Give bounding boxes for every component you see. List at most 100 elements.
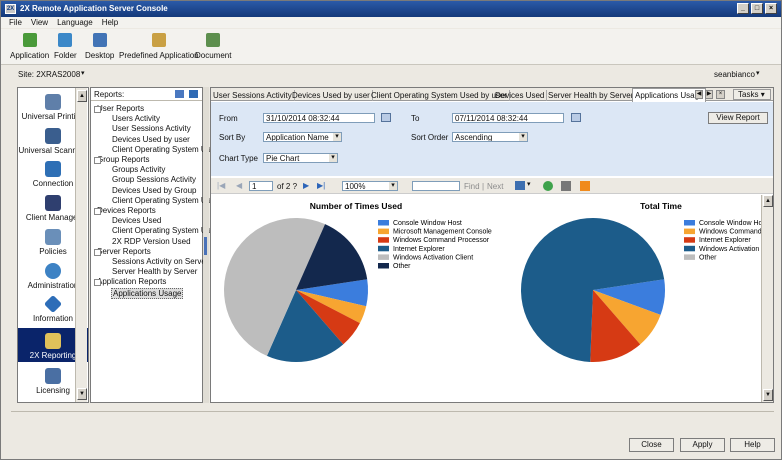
add-desktop-button[interactable]: Desktop: [85, 33, 114, 60]
tab-client-os-used-by-user[interactable]: Client Operating System Used by user: [369, 90, 511, 101]
chevron-down-icon[interactable]: ▾: [81, 69, 85, 77]
menu-help[interactable]: Help: [102, 17, 118, 28]
nav-label: Connection: [32, 179, 74, 188]
to-calendar-icon[interactable]: [571, 113, 581, 122]
panel-splitter[interactable]: [203, 87, 209, 403]
sort-by-select[interactable]: Application Name: [263, 132, 342, 142]
tree-group[interactable]: User Reports: [93, 104, 144, 113]
to-label: To: [411, 114, 420, 123]
add-folder-button[interactable]: Folder: [54, 33, 77, 60]
find-button[interactable]: Find: [464, 182, 480, 191]
nav-scrollbar[interactable]: ▲ ▼: [75, 88, 87, 402]
user-chevron-down-icon[interactable]: ▾: [756, 69, 760, 77]
tree-group[interactable]: Application Reports: [93, 277, 166, 287]
minimize-button[interactable]: _: [737, 3, 749, 14]
menu-file[interactable]: File: [9, 17, 22, 28]
tree-item[interactable]: Devices Used: [112, 216, 161, 225]
tab-devices-used[interactable]: Devices Used: [493, 90, 548, 101]
report-scroll-down-icon[interactable]: ▼: [763, 389, 773, 401]
apply-button[interactable]: Apply: [680, 438, 725, 452]
legend-label: Internet Explorer: [393, 246, 445, 253]
tab-scroll-left-icon[interactable]: ◀: [695, 90, 703, 99]
previous-page-icon[interactable]: ◀: [236, 181, 242, 190]
licensing-icon: [45, 368, 61, 384]
menu-language[interactable]: Language: [57, 17, 93, 28]
nav-label: Information: [32, 314, 74, 323]
add-application-button[interactable]: Application: [10, 33, 49, 60]
splitter-grip-icon[interactable]: [204, 237, 207, 255]
tree-group[interactable]: Devices Reports: [94, 206, 156, 215]
report-parameters: From 31/10/2014 08:32:44 To 07/11/2014 0…: [211, 102, 773, 176]
export-chevron-icon[interactable]: ▾: [527, 180, 531, 188]
tree-item[interactable]: Applications Usage: [111, 287, 184, 299]
tab-devices-used-by-user[interactable]: Devices Used by user: [290, 90, 373, 101]
export-icon[interactable]: [515, 181, 525, 190]
legend-swatch: [378, 263, 389, 269]
tree-item[interactable]: Group Sessions Activity: [112, 175, 196, 184]
report-scroll-up-icon[interactable]: ▲: [763, 195, 773, 207]
close-button[interactable]: Close: [629, 438, 674, 452]
reports-tree-panel: Reports: User Reports Users Activity User …: [90, 87, 220, 403]
view-report-button[interactable]: View Report: [708, 112, 768, 124]
from-calendar-icon[interactable]: [381, 113, 391, 122]
reporting-icon: [45, 333, 61, 349]
report-scrollbar[interactable]: ▲ ▼: [761, 195, 773, 402]
sort-order-select[interactable]: Ascending: [452, 132, 528, 142]
to-date-input[interactable]: 07/11/2014 08:32:44: [452, 113, 564, 123]
tasks-label: Tasks: [738, 90, 759, 99]
tab-scroll-right-icon[interactable]: ▶: [705, 90, 713, 99]
tree-item[interactable]: Users Activity: [112, 114, 160, 123]
user-menu[interactable]: seanbianco: [714, 70, 755, 79]
tree-item[interactable]: Groups Activity: [112, 165, 165, 174]
window-title: 2X Remote Application Server Console: [20, 4, 168, 13]
tree-item[interactable]: Devices Used by user: [112, 135, 190, 144]
tree-item[interactable]: Sessions Activity on Server: [112, 257, 208, 266]
close-window-button[interactable]: ×: [765, 3, 777, 14]
zoom-select[interactable]: 100%: [342, 181, 398, 191]
refresh-reports-icon[interactable]: [189, 90, 198, 98]
legend-label: Other: [699, 254, 717, 261]
next-page-icon[interactable]: ▶: [303, 181, 309, 190]
tab-server-health[interactable]: Server Health by Server: [546, 90, 637, 101]
legend-swatch: [684, 220, 695, 226]
tree-group[interactable]: Server Reports: [94, 247, 151, 256]
tasks-menu-button[interactable]: Tasks ▾: [733, 89, 771, 100]
page-setup-icon[interactable]: [580, 181, 590, 191]
from-date-input[interactable]: 31/10/2014 08:32:44: [263, 113, 375, 123]
find-text-input[interactable]: [412, 181, 460, 191]
scanner-icon: [45, 128, 61, 144]
legend-label: Other: [393, 263, 411, 270]
desktop-icon: [92, 33, 107, 47]
refresh-icon[interactable]: [543, 181, 553, 191]
site-selector[interactable]: Site: 2XRAS2008: [18, 70, 80, 79]
legend-label: Windows Command Processor: [393, 237, 490, 244]
add-predefined-application-button[interactable]: Predefined Application: [119, 33, 199, 60]
find-separator: |: [482, 182, 485, 191]
help-button[interactable]: Help: [730, 438, 775, 452]
chart-type-select[interactable]: Pie Chart: [263, 153, 338, 163]
tree-item[interactable]: User Sessions Activity: [112, 124, 191, 133]
print-icon[interactable]: [561, 181, 571, 191]
tree-item[interactable]: Server Health by Server: [112, 267, 197, 276]
connection-icon: [45, 161, 61, 177]
expand-all-icon[interactable]: [175, 90, 184, 98]
tree-item[interactable]: 2X RDP Version Used: [112, 237, 191, 246]
sort-order-label: Sort Order: [411, 133, 449, 142]
tab-user-sessions-activity[interactable]: User Sessions Activity: [211, 90, 295, 101]
printer-icon: [45, 94, 61, 110]
menu-view[interactable]: View: [31, 17, 48, 28]
legend-swatch: [378, 228, 389, 235]
find-next-button[interactable]: Next: [487, 182, 503, 191]
maximize-button[interactable]: □: [751, 3, 763, 14]
scroll-up-icon[interactable]: ▲: [77, 90, 87, 102]
tree-group[interactable]: Group Reports: [93, 155, 149, 164]
last-page-icon[interactable]: ▶|: [317, 181, 325, 190]
tree-item[interactable]: Devices Used by Group: [112, 186, 196, 195]
add-document-button[interactable]: Document: [195, 33, 231, 60]
report-tabs: User Sessions Activity Devices Used by u…: [211, 88, 773, 102]
legend-swatch: [684, 228, 695, 235]
tab-list-close-icon[interactable]: ×: [716, 90, 725, 99]
page-number-input[interactable]: 1: [249, 181, 273, 191]
scroll-down-icon[interactable]: ▼: [77, 388, 87, 400]
first-page-icon[interactable]: |◀: [217, 181, 225, 190]
